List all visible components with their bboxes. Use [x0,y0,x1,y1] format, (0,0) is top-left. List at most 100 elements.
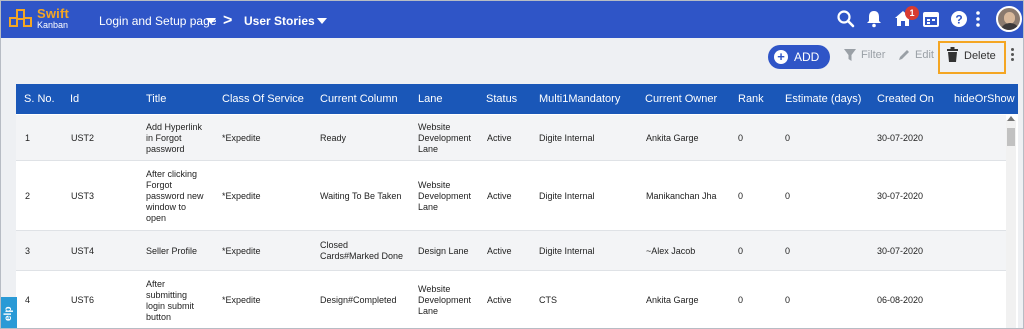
cell-text: in Forgot [146,133,182,143]
col-lane[interactable]: Lane [418,93,442,105]
cell-sno: 1 [25,133,30,144]
col-current-owner[interactable]: Current Owner [645,93,717,105]
col-hide-or-show[interactable]: hideOrShow [954,93,1015,105]
more-options-icon[interactable] [1011,48,1015,64]
help-icon[interactable]: ? [949,9,969,29]
help-tab[interactable]: elp [1,297,17,328]
cell-text: Ready [320,133,347,143]
cell-text: Development [418,295,472,305]
col-current-column[interactable]: Current Column [320,93,398,105]
scrollbar-thumb[interactable] [1007,128,1015,146]
edit-icon[interactable] [897,48,911,62]
col-status[interactable]: Status [486,93,517,105]
col-multi1mandatory[interactable]: Multi1Mandatory [539,93,620,105]
cell-lane: Website Development Lane [418,122,471,155]
cell-text: *Expedite [222,295,261,305]
cell-owner: Ankita Garge [646,133,699,144]
cell-owner: Manikanchan Jha [646,191,717,202]
cell-created: 30-07-2020 [877,191,923,202]
cell-cos: *Expedite [222,295,261,306]
cell-column: Closed Cards#Marked Done [320,240,403,262]
kebab-icon[interactable] [973,9,983,29]
cell-text: CTS [539,295,557,305]
breadcrumb-project[interactable]: Login and Setup page [99,14,216,28]
cell-text: Active [487,295,512,305]
cell-text: *Expedite [222,246,261,256]
cell-text: *Expedite [222,191,261,201]
cell-rank: 0 [738,295,743,306]
col-title[interactable]: Title [146,93,166,105]
cell-text: Waiting To Be Taken [320,191,402,201]
add-button-label: ADD [794,50,820,64]
cell-text: ~Alex Jacob [646,246,696,256]
cell-cos: *Expedite [222,133,261,144]
cell-owner: Ankita Garge [646,295,699,306]
edit-button[interactable]: Edit [915,49,934,61]
cell-text: Design Lane [418,246,469,256]
cell-owner: ~Alex Jacob [646,246,695,257]
cell-text: login submit [146,301,195,311]
cell-multi: Digite Internal [539,246,595,257]
col-class-of-service[interactable]: Class Of Service [222,93,304,105]
table-row[interactable]: 2 UST3 After clicking Forgot password new win… [16,161,1006,231]
cell-title: After submitting login submit button [146,279,194,323]
logo-icon [9,9,33,29]
cell-estimate: 0 [785,246,790,257]
cell-status: Active [487,133,512,144]
cell-text: 30-07-2020 [877,133,924,143]
cell-text: 4 [25,295,31,305]
cell-text: After [146,279,166,289]
add-button[interactable]: + ADD [768,45,830,69]
cell-id: UST2 [71,133,94,144]
cell-text: 0 [785,133,791,143]
user-avatar[interactable] [996,6,1022,32]
cell-estimate: 0 [785,191,790,202]
cell-text: password [146,144,185,154]
search-icon[interactable] [836,9,856,29]
filter-button[interactable]: Filter [861,49,885,61]
cell-text: Manikanchan Jha [646,191,717,201]
col-sno[interactable]: S. No. [24,93,55,105]
cell-title: After clicking Forgot password new window t… [146,169,204,224]
filter-icon[interactable] [843,48,857,62]
col-estimate[interactable]: Estimate (days) [785,93,861,105]
table-row[interactable]: 3 UST4 Seller Profile *Expedite Closed Cards#… [16,231,1006,271]
plus-icon: + [774,50,788,64]
cell-status: Active [487,191,512,202]
user-stories-table: S. No. Id Title Class Of Service Current… [16,84,1018,328]
swift-kanban-logo[interactable]: Swift Kanban [9,6,79,34]
col-rank[interactable]: Rank [738,93,764,105]
cell-estimate: 0 [785,133,790,144]
cell-text: Website [418,180,451,190]
cell-text: 3 [25,246,31,256]
view-dropdown-icon[interactable] [317,18,327,24]
calendar-icon[interactable] [921,9,941,29]
scroll-up-icon[interactable] [1007,116,1015,121]
project-dropdown-icon[interactable] [206,18,216,24]
notification-badge: 1 [905,6,919,20]
table-row[interactable]: 4 UST6 After submitting login submit button *E… [16,271,1006,328]
cell-text: password new [146,191,204,201]
cell-text: Digite Internal [539,246,595,256]
breadcrumb-view[interactable]: User Stories [244,14,315,28]
cell-text: Add Hyperlink [146,122,203,132]
cell-rank: 0 [738,246,743,257]
cell-multi: CTS [539,295,557,306]
table-row[interactable]: 1 UST2 Add Hyperlink in Forgot password *Expe… [16,115,1006,161]
cell-id: UST6 [71,295,94,306]
cell-text: 1 [25,133,31,143]
cell-text: 0 [785,246,791,256]
cell-text: Cards#Marked Done [320,251,404,261]
col-id[interactable]: Id [70,93,79,105]
vertical-scrollbar[interactable] [1006,120,1016,328]
cell-text: Digite Internal [539,191,595,201]
cell-text: Digite Internal [539,133,595,143]
bell-icon[interactable] [864,9,884,29]
cell-lane: Website Development Lane [418,284,471,317]
cell-cos: *Expedite [222,191,261,202]
col-created-on[interactable]: Created On [877,93,934,105]
cell-sno: 4 [25,295,30,306]
cell-text: Website [418,284,451,294]
cell-multi: Digite Internal [539,133,595,144]
cell-multi: Digite Internal [539,191,595,202]
